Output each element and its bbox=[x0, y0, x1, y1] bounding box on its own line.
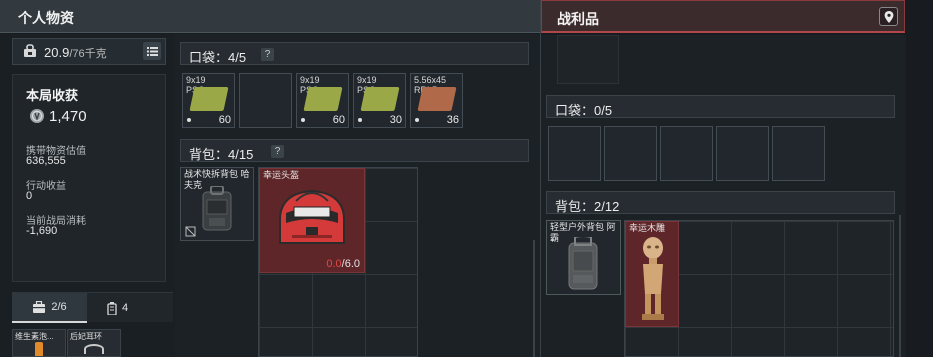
canister-icon bbox=[107, 301, 117, 315]
weight-max: /76千克 bbox=[69, 48, 107, 60]
pocket-slot-4[interactable]: 9x19PSO 30 bbox=[353, 73, 406, 128]
tab-backpack-label: 2/6 bbox=[51, 301, 67, 313]
personal-supplies-title: 个人物资 bbox=[18, 10, 74, 26]
helmet-durability-max: /6.0 bbox=[341, 258, 360, 270]
loot-title: 战利品 bbox=[557, 11, 599, 27]
outdoor-backpack-icon bbox=[568, 237, 598, 290]
loot-pocket-slot-2[interactable] bbox=[604, 126, 657, 181]
loot-pocket-slot-5[interactable] bbox=[772, 126, 825, 181]
lucky-helmet-name: 幸运头盔 bbox=[263, 170, 300, 180]
pocket-label: 口袋：4/5 bbox=[189, 50, 247, 65]
pocket-slot-3[interactable]: 9x19PSO 60 bbox=[296, 73, 349, 128]
ammo-box-icon bbox=[303, 87, 343, 111]
weight-indicator: 20.9/76千克 bbox=[12, 38, 166, 65]
loot-pocket-slot-1[interactable] bbox=[548, 126, 601, 181]
vitamin-item-name: 维生素泡... bbox=[15, 332, 54, 341]
loot-pocket-label: 口袋：0/5 bbox=[555, 103, 613, 118]
lucky-statue-item[interactable]: 幸运木雕 bbox=[625, 221, 679, 327]
earring-icon bbox=[84, 344, 104, 354]
backpack-label: 背包：4/15 bbox=[189, 147, 254, 162]
pocket-slot-2-empty[interactable] bbox=[239, 73, 292, 128]
earring-item-name: 后妃耳环 bbox=[70, 332, 102, 341]
weight-icon bbox=[24, 44, 36, 57]
operation-income-value: 0 bbox=[26, 190, 33, 202]
earring-item[interactable]: 后妃耳环 bbox=[67, 329, 121, 357]
lucky-helmet-item[interactable]: 幸运头盔 0.0/6.0 bbox=[259, 168, 365, 273]
helmet-durability-current: 0.0 bbox=[326, 258, 342, 270]
carried-value: 636,555 bbox=[26, 155, 66, 167]
vitamin-item[interactable]: 维生素泡... bbox=[12, 329, 66, 357]
loot-pocket-slot-4[interactable] bbox=[716, 126, 769, 181]
location-pin-icon bbox=[884, 10, 893, 23]
raid-earnings-title: 本局收获 bbox=[26, 88, 79, 103]
ammo-dot bbox=[301, 118, 305, 122]
weight-current: 20.9 bbox=[44, 45, 70, 60]
vitamin-tube-icon bbox=[35, 342, 43, 356]
container-tabs: 2/6 4 bbox=[12, 292, 173, 323]
ammo-dot bbox=[187, 118, 191, 122]
list-icon bbox=[146, 46, 158, 56]
loot-header: 战利品 bbox=[541, 0, 905, 33]
raid-cost-value: -1,690 bbox=[26, 225, 58, 237]
pocket-slot-5[interactable]: 5.56x45RRLP 36 bbox=[410, 73, 463, 128]
lucky-statue-name: 幸运木雕 bbox=[629, 223, 666, 233]
left-info-column: 20.9/76千克 本局收获 1,470 携带物资估值 636,555 行动收益… bbox=[0, 34, 175, 357]
ammo-box-icon bbox=[189, 87, 229, 111]
inventory-scrollbar[interactable] bbox=[533, 240, 535, 357]
ammo-count: 30 bbox=[389, 114, 402, 126]
inventory-list-button[interactable] bbox=[143, 42, 161, 60]
backpack-icon bbox=[33, 301, 46, 313]
tab-canister-label: 4 bbox=[122, 302, 129, 314]
loot-backpack-header: 背包：2/12 bbox=[546, 191, 895, 214]
backpack-header: 背包：4/15 ? bbox=[180, 139, 529, 162]
coin-icon bbox=[30, 109, 44, 123]
tab-canister[interactable]: 4 bbox=[107, 293, 167, 323]
helmet-durability: 0.0/6.0 bbox=[326, 258, 360, 270]
backpack-help-button[interactable]: ? bbox=[271, 145, 284, 158]
coin-value: 1,470 bbox=[49, 108, 87, 125]
ammo-dot bbox=[358, 118, 362, 122]
loot-pocket-header: 口袋：0/5 bbox=[546, 95, 895, 118]
pocket-help-button[interactable]: ? bbox=[261, 48, 274, 61]
ammo-count: 60 bbox=[218, 114, 231, 126]
ammo-count: 60 bbox=[332, 114, 345, 126]
helmet-icon bbox=[279, 189, 345, 244]
weight-text: 20.9/76千克 bbox=[44, 45, 107, 61]
wooden-statue-icon bbox=[642, 237, 664, 320]
location-pin-button[interactable] bbox=[879, 7, 898, 26]
ammo-count: 36 bbox=[446, 114, 459, 126]
equipped-backpack-slot[interactable]: 战术快拆背包 哈夫克 bbox=[180, 167, 254, 241]
loot-pocket-slot-3[interactable] bbox=[660, 126, 713, 181]
loot-container-slot[interactable] bbox=[557, 35, 619, 84]
loot-backpack-slot[interactable]: 轻型户外背包 阿霸 bbox=[546, 220, 621, 295]
loot-backpack-label: 背包：2/12 bbox=[555, 199, 620, 214]
ammo-box-icon bbox=[360, 87, 400, 111]
loot-scrollbar[interactable] bbox=[899, 215, 901, 357]
no-insure-icon bbox=[185, 226, 196, 237]
raid-earnings-panel: 本局收获 1,470 携带物资估值 636,555 行动收益 0 当前战局消耗 … bbox=[12, 74, 166, 282]
personal-supplies-header: 个人物资 bbox=[0, 0, 540, 33]
tactical-backpack-icon bbox=[202, 186, 232, 231]
tab-backpack[interactable]: 2/6 bbox=[12, 293, 87, 323]
ammo-dot bbox=[415, 118, 419, 122]
ammo-box-icon bbox=[417, 87, 457, 111]
pocket-slot-1[interactable]: 9x19PSO 60 bbox=[182, 73, 235, 128]
pocket-header: 口袋：4/5 ? bbox=[180, 42, 529, 65]
